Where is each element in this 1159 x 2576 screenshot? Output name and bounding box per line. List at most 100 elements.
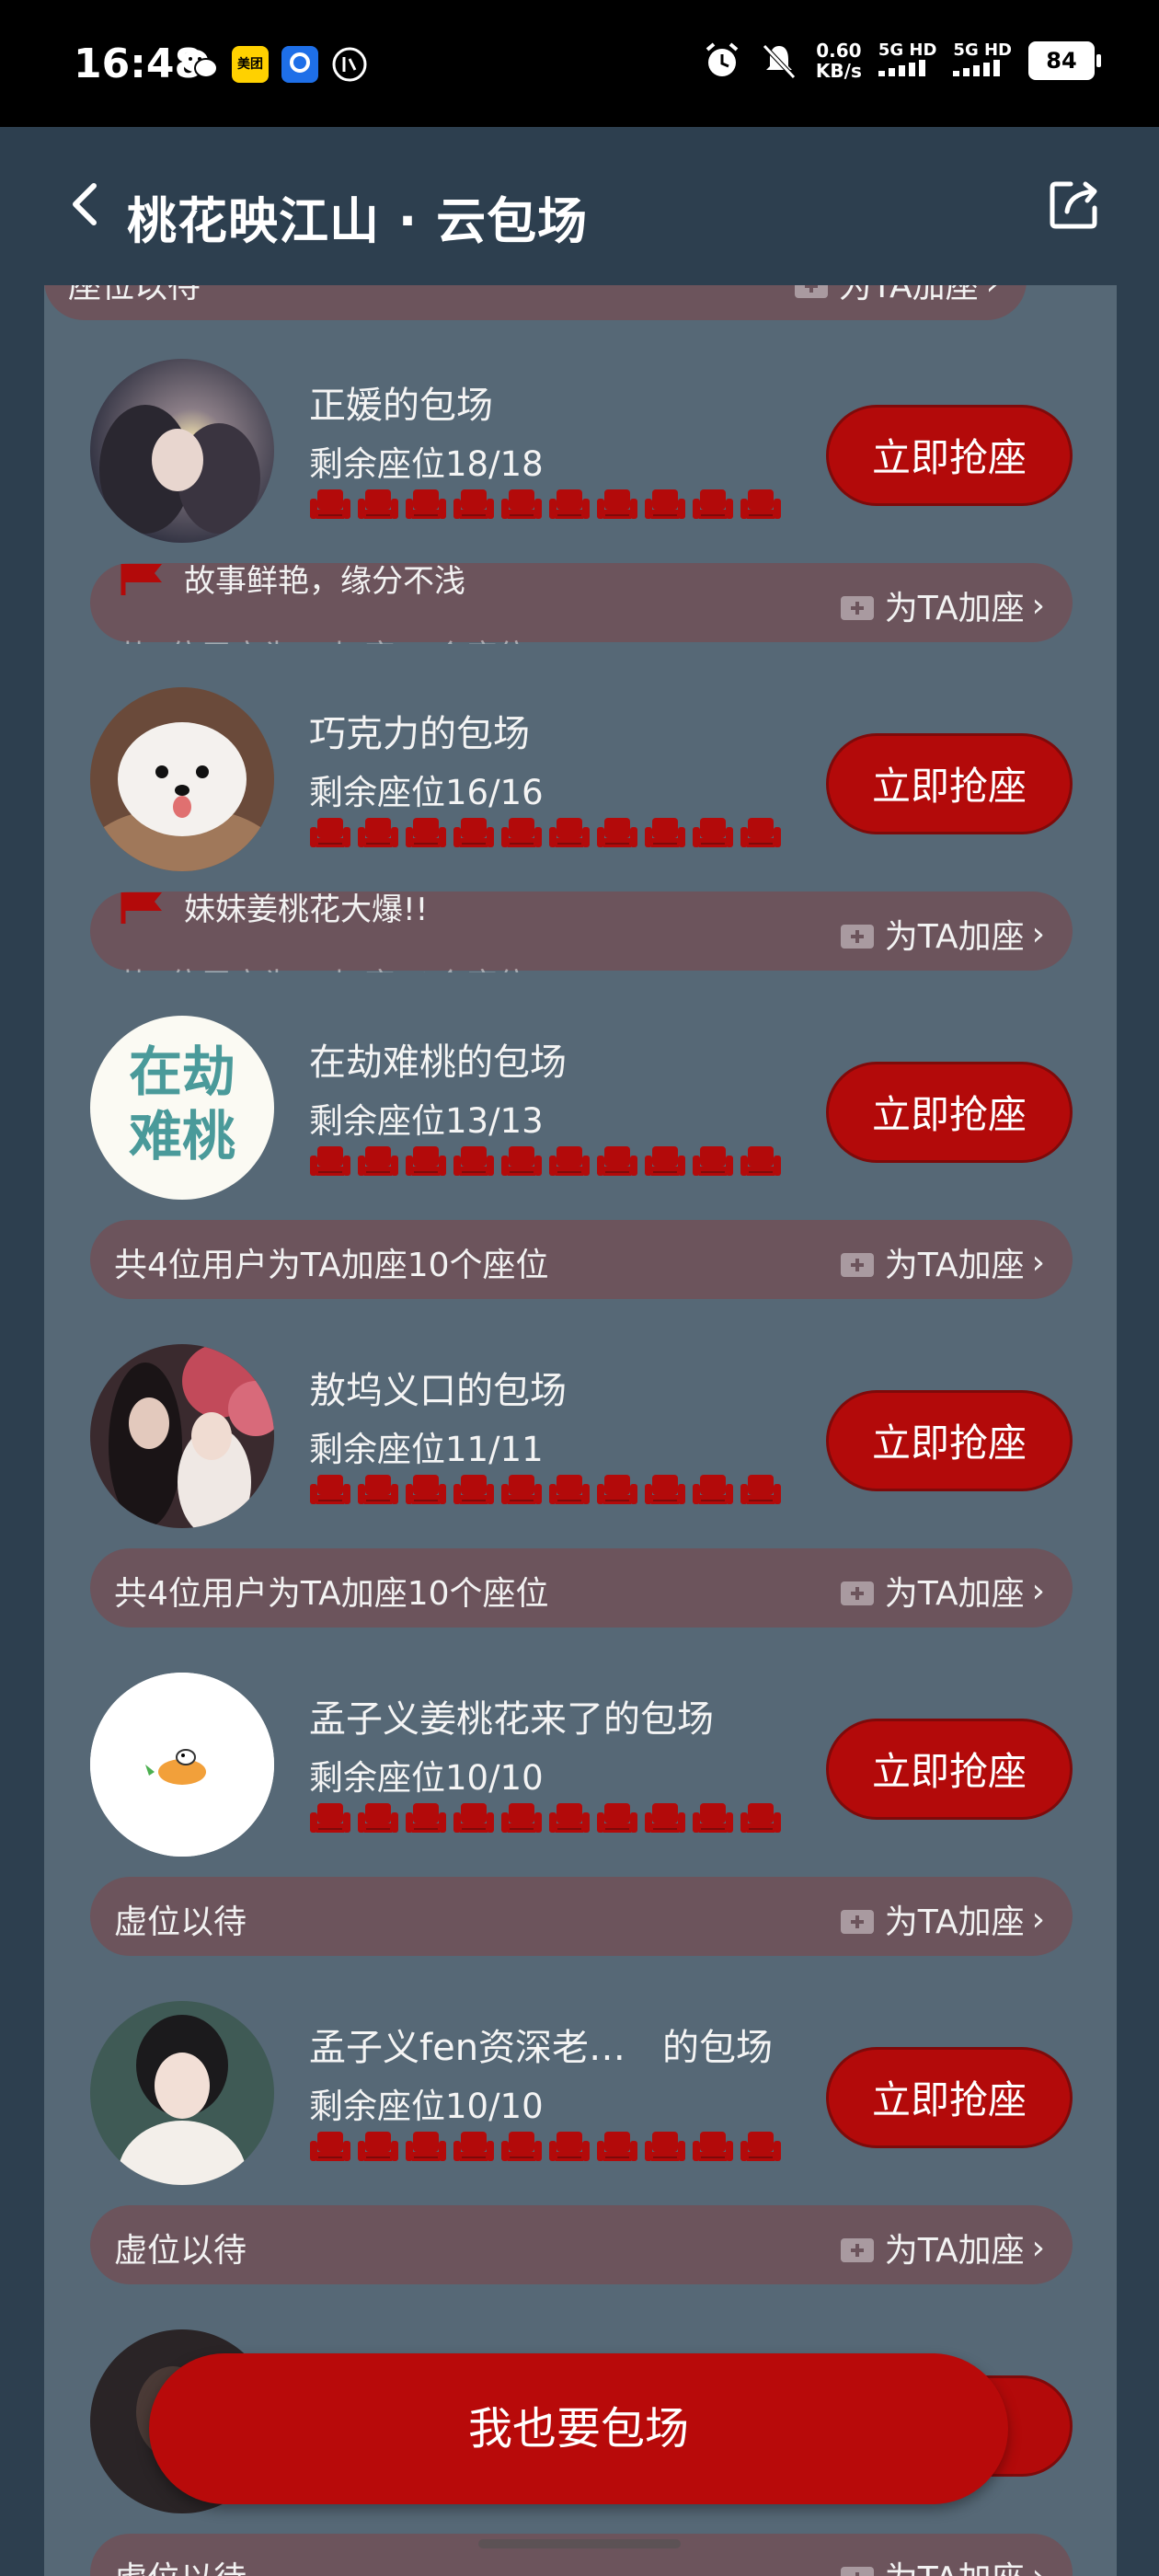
page-title: 桃花映江山 · 云包场 <box>127 192 589 250</box>
seat-icon <box>405 1144 447 1179</box>
mute-icon <box>763 44 796 79</box>
avatar[interactable] <box>90 1673 274 1857</box>
alarm-icon <box>706 42 739 76</box>
info-bar[interactable]: 妹妹姜桃花大爆!! 共4位用户为TA加座10个座位 为TA加座 › <box>90 891 1073 972</box>
add-seat-link[interactable]: 为TA加座 › <box>837 1567 1045 1615</box>
add-seat-link[interactable]: 为TA加座 › <box>837 1238 1045 1286</box>
seat-icon <box>740 488 782 523</box>
avatar[interactable]: 在劫 难桃 <box>90 1016 274 1200</box>
seat-icon <box>500 2130 543 2165</box>
seat-icon <box>453 2130 495 2165</box>
grab-seat-button[interactable]: 立即抢座 <box>826 1390 1073 1491</box>
seat-icon <box>453 1473 495 1508</box>
seat-icon <box>596 1473 638 1508</box>
seat-icon <box>596 816 638 851</box>
avatar-image <box>90 1344 274 1528</box>
signal-2: 5G HD <box>953 41 1012 80</box>
add-seat-label: 为TA加座 <box>884 590 1025 627</box>
seat-icon <box>644 1801 686 1836</box>
seat-plus-icon <box>840 2238 874 2262</box>
grab-seat-button[interactable]: 立即抢座 <box>826 405 1073 506</box>
add-seat-label: 为TA加座 <box>884 2232 1025 2270</box>
avatar[interactable] <box>90 359 274 543</box>
chevron-right-icon: › <box>1031 2228 1045 2267</box>
seat-icon <box>596 2130 638 2165</box>
seat-plus-icon <box>794 285 828 298</box>
chevron-right-icon: › <box>1031 586 1045 625</box>
seat-icon <box>357 2130 399 2165</box>
message-text: 故事鲜艳，缘分不浅 <box>184 563 465 600</box>
seat-icon <box>548 488 591 523</box>
info-bar[interactable]: 座位以待 为TA加座 › <box>44 285 1027 320</box>
seat-icon <box>548 2130 591 2165</box>
seat-icon <box>692 816 734 851</box>
seat-icon <box>644 488 686 523</box>
avatar[interactable] <box>90 2001 274 2185</box>
info-text: 共4位用户为TA加座10个座位 <box>114 1247 549 1284</box>
info-bar[interactable]: 共4位用户为TA加座10个座位 为TA加座 › <box>90 1220 1073 1299</box>
add-seat-link[interactable]: 为TA加座 › <box>837 2552 1045 2576</box>
add-seat-link[interactable]: 为TA加座 › <box>791 285 999 307</box>
seat-icon <box>692 488 734 523</box>
seat-plus-icon <box>840 2567 874 2576</box>
seat-plus-icon <box>840 925 874 949</box>
add-seat-label: 为TA加座 <box>884 1575 1025 1613</box>
seat-plus-icon <box>840 596 874 620</box>
message-text: 共3位用户为TA加座15个座位 <box>118 631 528 644</box>
card-name: 在劫难桃的包场 <box>309 1041 567 1084</box>
back-arrow-icon[interactable] <box>59 177 114 232</box>
info-bar[interactable]: 故事鲜艳，缘分不浅 共3位用户为TA加座15个座位 为TA加座 › <box>90 563 1073 644</box>
booking-list[interactable]: 座位以待 为TA加座 › 正媛的包场 剩余座位18/18 立即抢座 故事鲜艳，缘… <box>44 285 1117 2576</box>
chevron-right-icon: › <box>1031 1243 1045 1282</box>
seat-icon <box>405 2130 447 2165</box>
seat-row <box>309 816 782 851</box>
add-seat-link[interactable]: 为TA加座 › <box>837 2224 1045 2271</box>
seat-icon <box>357 488 399 523</box>
message-text: 妹妹姜桃花大爆!! <box>184 891 429 928</box>
grab-seat-button[interactable]: 立即抢座 <box>826 1062 1073 1163</box>
avatar-text-line: 在劫 <box>128 1041 235 1103</box>
avatar[interactable] <box>90 687 274 871</box>
book-hall-button[interactable]: 我也要包场 <box>149 2353 1008 2504</box>
share-icon[interactable] <box>1045 175 1104 234</box>
add-seat-link[interactable]: 为TA加座 › <box>837 581 1045 629</box>
seat-icon <box>405 816 447 851</box>
seat-plus-icon <box>840 1910 874 1934</box>
grab-seat-button[interactable]: 立即抢座 <box>826 1719 1073 1820</box>
seat-icon <box>453 1801 495 1836</box>
seat-icon <box>309 2130 351 2165</box>
avatar-text-line: 难桃 <box>128 1105 235 1167</box>
seat-icon <box>453 1144 495 1179</box>
avatar-text: 在劫 难桃 <box>90 1040 274 1168</box>
seat-icon <box>740 1801 782 1836</box>
speed-unit: KB/s <box>815 60 862 82</box>
seat-icon <box>309 1801 351 1836</box>
add-seat-link[interactable]: 为TA加座 › <box>837 910 1045 958</box>
seat-icon <box>596 1801 638 1836</box>
network-label-1: 5G HD <box>878 40 937 60</box>
info-bar[interactable]: 共4位用户为TA加座10个座位 为TA加座 › <box>90 1548 1073 1627</box>
seat-icon <box>740 1144 782 1179</box>
seat-row <box>309 488 782 523</box>
grab-seat-button[interactable]: 立即抢座 <box>826 733 1073 834</box>
signal-1: 5G HD <box>878 40 937 80</box>
avatar-image <box>90 2001 274 2185</box>
seat-icon <box>548 1473 591 1508</box>
grab-seat-button[interactable]: 立即抢座 <box>826 2047 1073 2148</box>
seat-plus-icon <box>840 1253 874 1277</box>
seat-icon <box>500 816 543 851</box>
info-text: 共4位用户为TA加座10个座位 <box>114 1575 549 1613</box>
add-seat-label: 为TA加座 <box>838 285 979 305</box>
info-bar[interactable]: 虚位以待 为TA加座 › <box>90 1877 1073 1956</box>
seat-icon <box>644 2130 686 2165</box>
seat-icon <box>309 816 351 851</box>
seat-icon <box>453 816 495 851</box>
seat-row <box>309 1473 782 1508</box>
info-bar[interactable]: 虚位以待 为TA加座 › <box>90 2205 1073 2284</box>
seat-icon <box>692 2130 734 2165</box>
seat-icon <box>405 1801 447 1836</box>
add-seat-link[interactable]: 为TA加座 › <box>837 1895 1045 1943</box>
avatar[interactable] <box>90 1344 274 1528</box>
card-name: 孟子义fen资深老… 的包场 <box>309 2027 774 2069</box>
flag-icon <box>120 563 162 595</box>
